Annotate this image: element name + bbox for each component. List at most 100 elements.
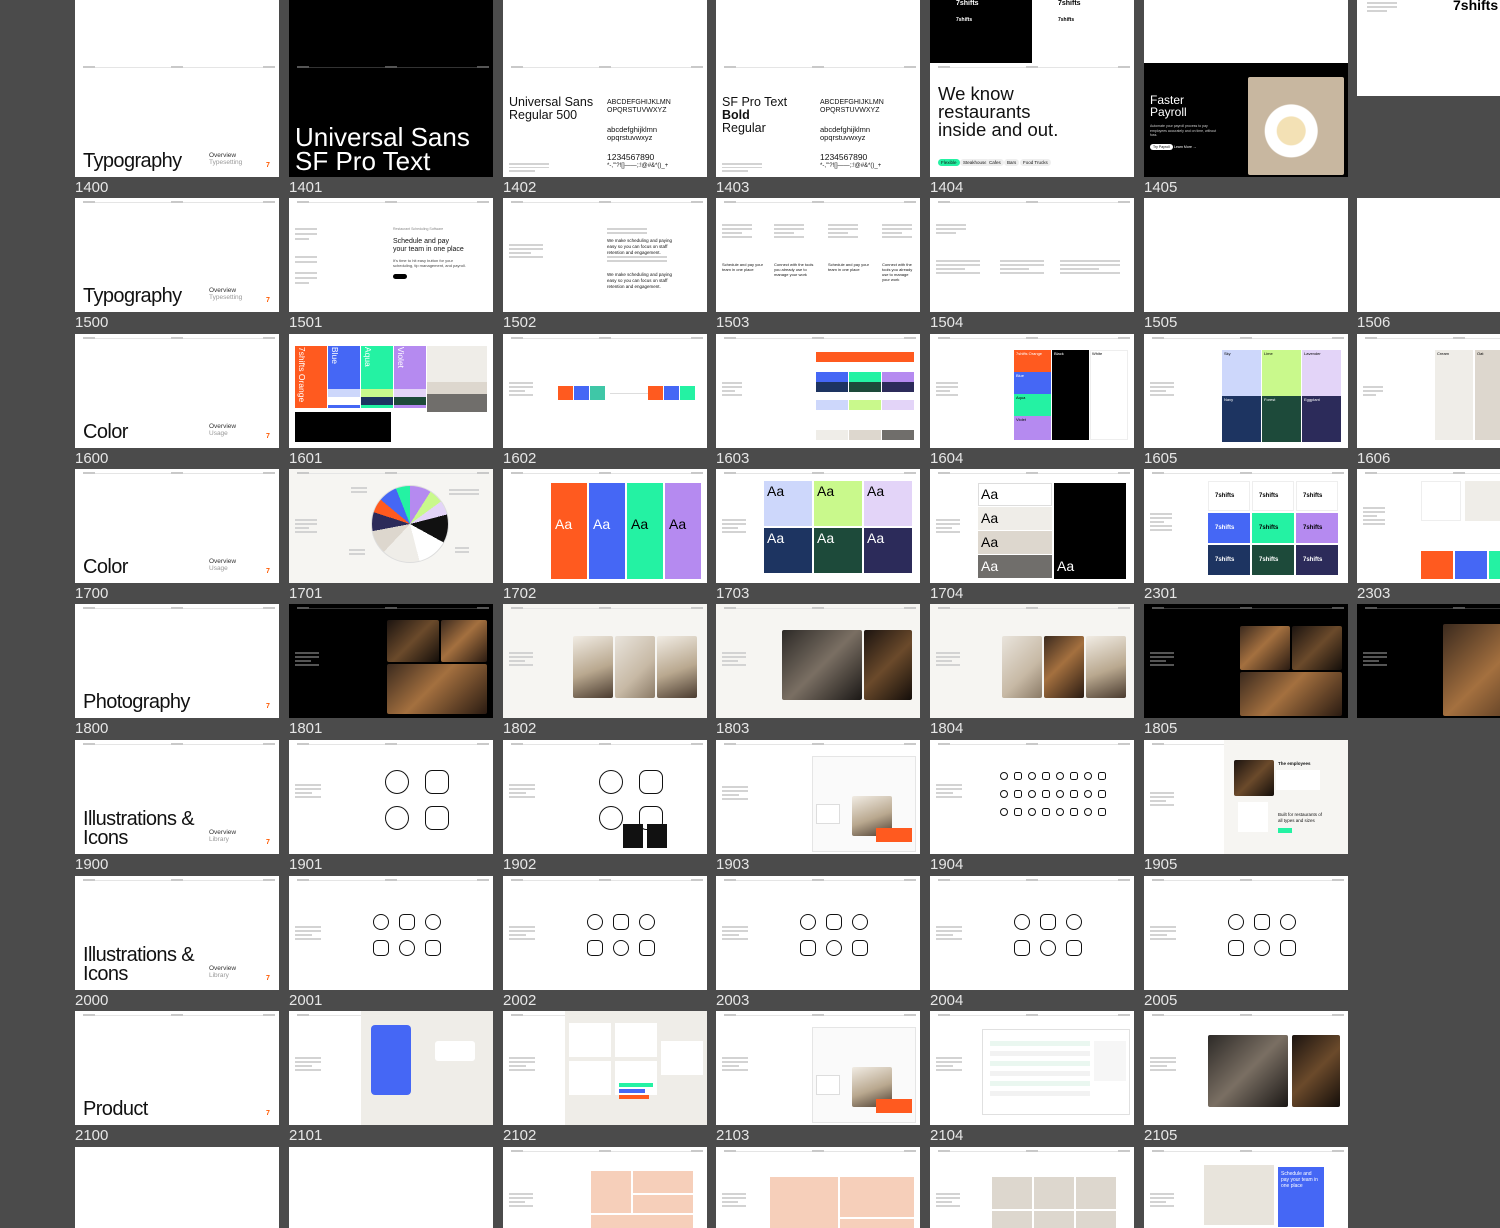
category-chip[interactable]: Flexible	[938, 159, 960, 166]
brand-symbol-icon: 7	[266, 162, 270, 169]
slide-card[interactable]: Cream Oat	[1357, 334, 1500, 448]
slide-card[interactable]	[716, 1011, 920, 1125]
slide-number: 1700	[75, 585, 109, 602]
text-line-placeholder	[882, 228, 912, 230]
header-mark	[904, 1014, 916, 1016]
slide-number: 1602	[503, 450, 537, 467]
slide-card[interactable]: Sky Lime Lavender Navy Forest Eggplant	[1144, 334, 1348, 448]
slide-card[interactable]	[1357, 198, 1500, 312]
slide-card[interactable]: Color Overview Usage 7	[75, 469, 279, 583]
category-chip[interactable]: Food Trucks	[1020, 159, 1051, 166]
slide-card[interactable]	[930, 604, 1134, 718]
slide-card[interactable]: The employees Built for restaurants of al…	[1144, 740, 1348, 854]
cta-button[interactable]	[393, 274, 407, 279]
slide-card[interactable]: Aa Aa Aa Aa	[503, 469, 707, 583]
slide-card[interactable]: Universal Sans Regular 500 ABCDEFGHIJKLMN …	[503, 63, 707, 177]
slide-thumbnail-1502: We make scheduling and paying easy so yo…	[503, 198, 707, 334]
header-mark	[599, 879, 611, 881]
slide-card[interactable]: 7shifts	[1357, 0, 1500, 96]
slide-card[interactable]	[930, 740, 1134, 854]
slide-card[interactable]	[289, 876, 493, 990]
illustration-icon	[425, 806, 449, 830]
try-payroll-button[interactable]: Try Payroll	[1150, 144, 1173, 150]
slide-card[interactable]: Schedule and pay your team in one place	[1144, 1147, 1348, 1228]
header-mark	[599, 743, 611, 745]
slide-card[interactable]: Typography Overview Typesetting 7	[75, 63, 279, 177]
section-title: Photography	[83, 691, 190, 713]
slide-card[interactable]	[289, 1147, 493, 1228]
slide-card[interactable]: 7shifts Orange Blue Aqua Violet	[289, 334, 493, 448]
slide-card[interactable]	[1144, 198, 1348, 312]
text-line-placeholder	[455, 551, 469, 553]
slide-card[interactable]	[503, 1011, 707, 1125]
text-line-placeholder	[1150, 521, 1165, 523]
illustration-icon	[826, 940, 842, 956]
slide-card[interactable]: 7shifts 7shifts 7shifts 7shifts 7shifts 7shif…	[1144, 469, 1348, 583]
slide-header	[511, 1150, 703, 1153]
slide-card[interactable]: Product 7	[75, 1011, 279, 1125]
header-mark	[297, 1014, 309, 1016]
slide-card[interactable]	[1144, 876, 1348, 990]
slide-card[interactable]: Schedule and pay your team in one place C…	[716, 198, 920, 312]
slide-card[interactable]	[503, 740, 707, 854]
notification-card	[435, 1041, 475, 1061]
slide-number: 2105	[1144, 1127, 1178, 1144]
slide-card[interactable]	[289, 469, 493, 583]
slide-card[interactable]	[289, 604, 493, 718]
slide-thumbnail-1503: Schedule and pay your team in one place C…	[716, 198, 920, 334]
slide-card[interactable]	[1357, 469, 1500, 583]
slide-card[interactable]	[289, 1011, 493, 1125]
text-line-placeholder	[295, 238, 310, 240]
slide-card[interactable]	[503, 876, 707, 990]
slide-card[interactable]	[289, 740, 493, 854]
slide-card[interactable]	[75, 1147, 279, 1228]
header-mark	[1026, 879, 1038, 881]
slide-card[interactable]: Restaurant Scheduling Software Schedule a…	[289, 198, 493, 312]
slide-card[interactable]: Color Overview Usage 7	[75, 334, 279, 448]
slide-card[interactable]: Faster Payroll Automate your payroll proce…	[1144, 63, 1348, 177]
header-mark	[385, 472, 397, 474]
category-chip[interactable]: Cafes	[986, 159, 1004, 166]
slide-card[interactable]	[1144, 604, 1348, 718]
section-subnav: Overview Usage	[209, 558, 236, 572]
slide-card[interactable]: Universal Sans SF Pro Text	[289, 63, 493, 177]
slide-card[interactable]	[930, 1011, 1134, 1125]
slide-card[interactable]	[716, 334, 920, 448]
slide-card[interactable]: Photography 7	[75, 604, 279, 718]
text-line-placeholder	[1150, 930, 1176, 932]
slide-card[interactable]	[503, 604, 707, 718]
text-line-placeholder	[936, 934, 953, 936]
slide-card[interactable]	[503, 1147, 707, 1228]
slide-card[interactable]	[716, 604, 920, 718]
header-mark	[691, 879, 703, 881]
slide-card[interactable]: Illustrations & Icons Overview Library 7	[75, 740, 279, 854]
slide-card[interactable]: We know restaurants inside and out. Flexibl…	[930, 63, 1134, 177]
slide-card[interactable]	[1144, 1011, 1348, 1125]
slide-card[interactable]	[1357, 604, 1500, 718]
layout-block	[992, 1177, 1032, 1209]
text-line-placeholder	[295, 228, 317, 230]
text-line-placeholder	[936, 1197, 960, 1199]
photo	[1234, 760, 1274, 796]
slide-card[interactable]	[930, 876, 1134, 990]
slide-card[interactable]	[503, 334, 707, 448]
slide-card[interactable]: Illustrations & Icons Overview Library 7	[75, 876, 279, 990]
learn-more-link[interactable]: Learn More →	[1174, 144, 1196, 150]
slide-card[interactable]: Aa Aa Aa Aa Aa	[930, 469, 1134, 583]
slide-card[interactable]	[716, 1147, 920, 1228]
slide-card[interactable]: Aa Aa Aa Aa Aa Aa	[716, 469, 920, 583]
slide-card[interactable]: We make scheduling and paying easy so yo…	[503, 198, 707, 312]
slide-thumbnail-1900: Illustrations & Icons Overview Library 7 190…	[75, 740, 279, 876]
slide-card[interactable]	[716, 876, 920, 990]
illustration-icon	[1066, 940, 1082, 956]
illustration-icon	[1280, 940, 1296, 956]
slide-card[interactable]: SF Pro Text Bold Regular ABCDEFGHIJKLMN OPQ…	[716, 63, 920, 177]
slide-card[interactable]	[930, 198, 1134, 312]
slide-card[interactable]: Typography Overview Typesetting 7	[75, 198, 279, 312]
slide-card[interactable]	[716, 740, 920, 854]
slide-card[interactable]	[930, 1147, 1134, 1228]
illustration-icon	[1042, 808, 1050, 816]
slide-card[interactable]: 7shifts Orange Blue Aqua Violet Black White	[930, 334, 1134, 448]
category-chip[interactable]: Bars	[1004, 159, 1020, 166]
illustration-icon	[425, 770, 449, 794]
